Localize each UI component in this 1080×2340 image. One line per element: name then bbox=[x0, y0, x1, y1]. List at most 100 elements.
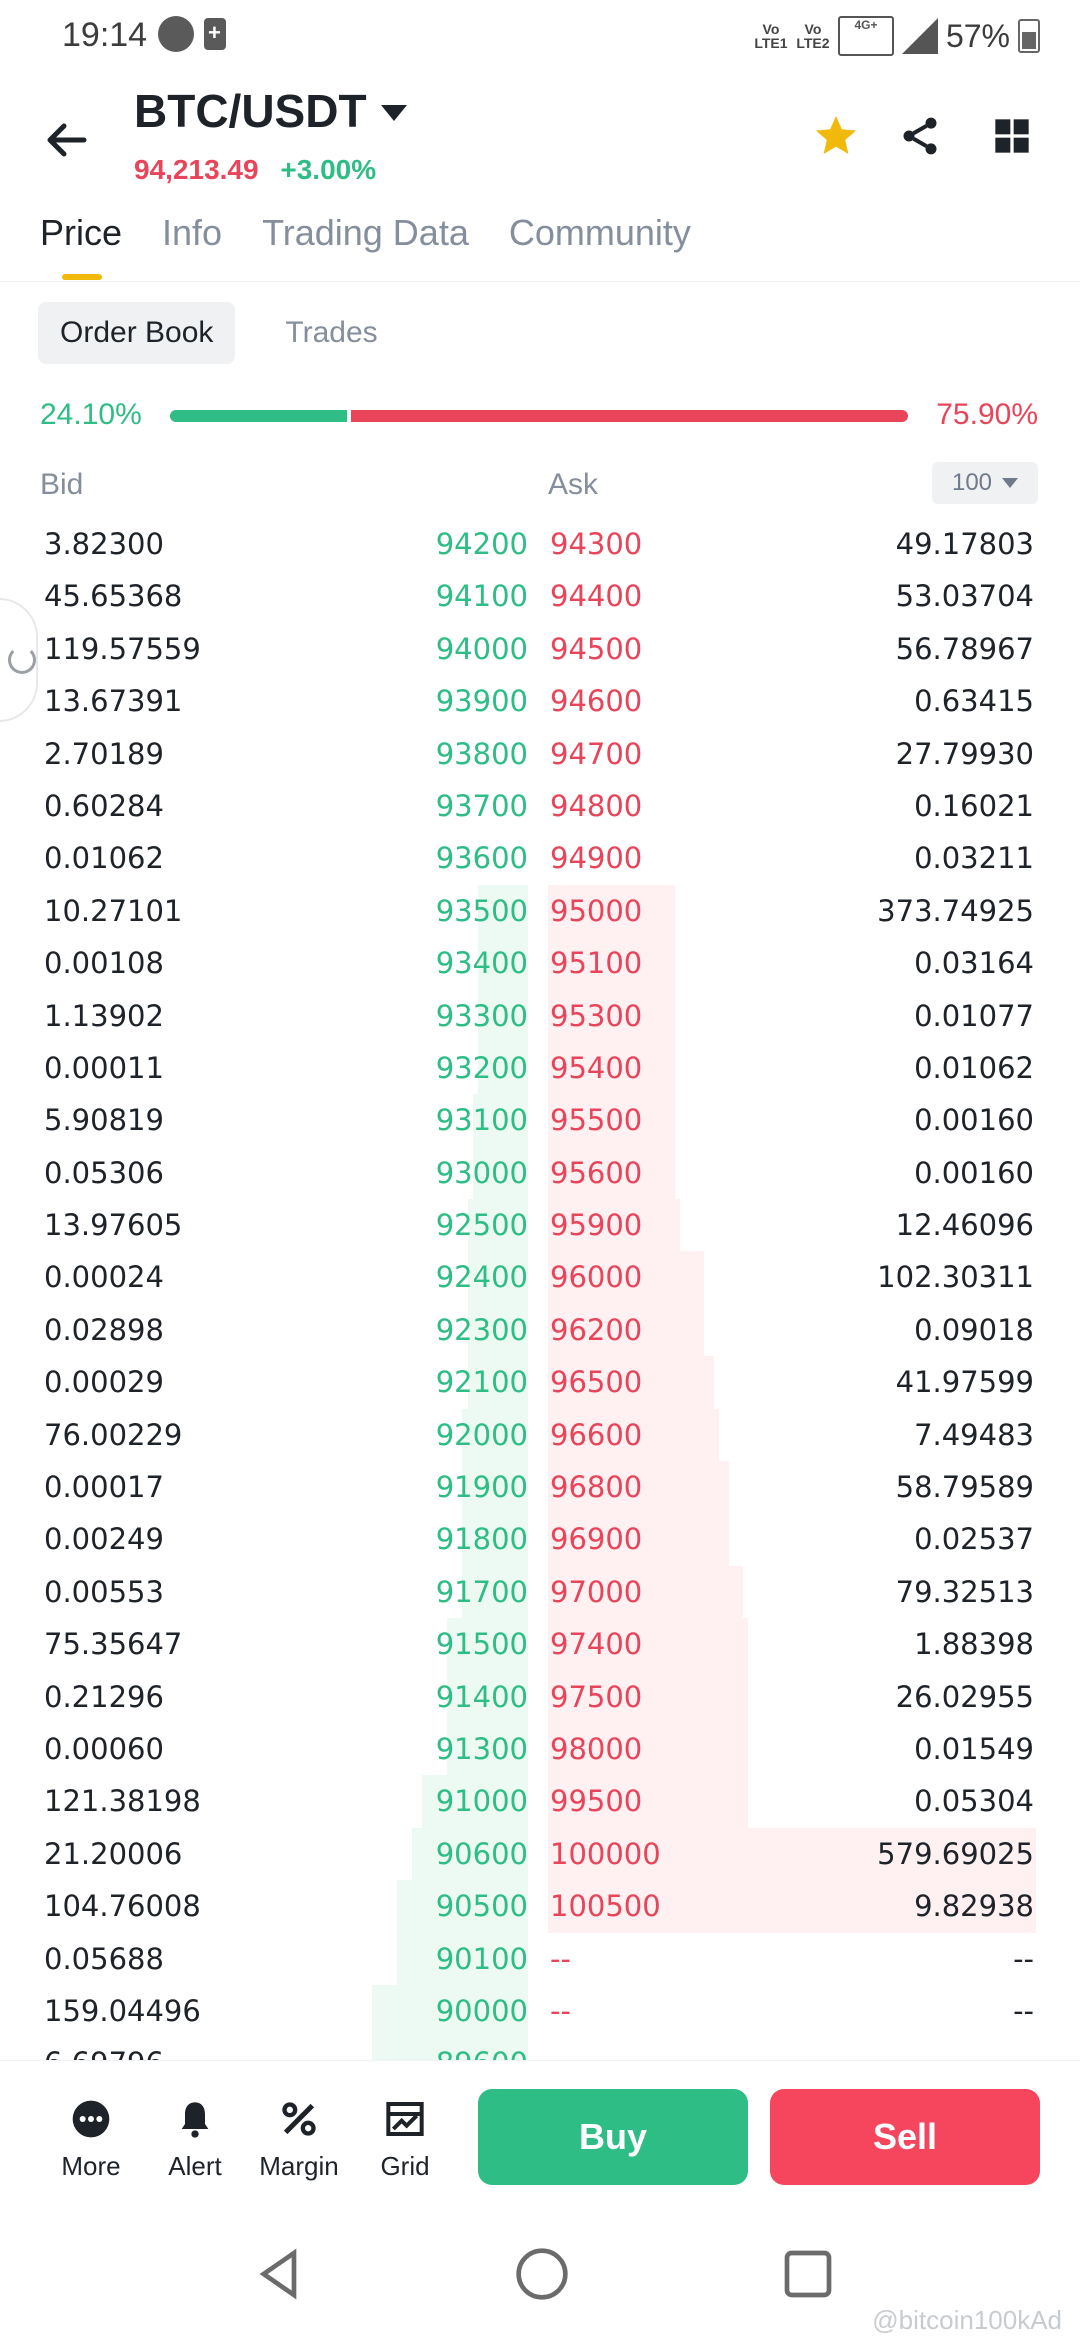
arrow-left-icon bbox=[47, 123, 87, 157]
subtab-order-book[interactable]: Order Book bbox=[38, 302, 236, 364]
ask-quantity: 0.01549 bbox=[914, 1731, 1034, 1766]
order-book-row[interactable]: 0.01062 93600 94900 0.03211 bbox=[0, 832, 1080, 884]
nav-recents-button[interactable] bbox=[778, 2244, 838, 2304]
tab-community[interactable]: Community bbox=[509, 200, 691, 282]
bid-price: 93000 bbox=[435, 1155, 528, 1190]
bid-price: 93700 bbox=[435, 788, 528, 823]
ask-price: 98000 bbox=[550, 1731, 643, 1766]
buy-button[interactable]: Buy bbox=[478, 2089, 748, 2185]
bid-quantity: 159.04496 bbox=[44, 1993, 201, 2028]
order-book-row[interactable]: 159.04496 90000 -- -- bbox=[0, 1984, 1080, 2038]
bid-price: 92300 bbox=[435, 1312, 528, 1347]
order-book-row[interactable]: 0.21296 91400 97500 26.02955 bbox=[0, 1670, 1080, 1723]
sell-button[interactable]: Sell bbox=[770, 2089, 1040, 2185]
order-book[interactable]: 3.82300 94200 94300 49.17803 45.65368 94100 94… bbox=[0, 518, 1080, 2060]
ask-quantity: 53.03704 bbox=[895, 579, 1034, 614]
ask-price: 96600 bbox=[550, 1417, 643, 1452]
depth-precision-select[interactable]: 100 bbox=[932, 462, 1038, 504]
bid-quantity: 119.57559 bbox=[44, 631, 201, 666]
margin-button[interactable]: Margin bbox=[254, 2097, 344, 2182]
bid-quantity: 13.67391 bbox=[44, 684, 183, 719]
bid-price: 91800 bbox=[435, 1522, 528, 1557]
order-book-row[interactable]: 76.00229 92000 96600 7.49483 bbox=[0, 1408, 1080, 1462]
order-book-row[interactable]: 104.76008 90500 100500 9.82938 bbox=[0, 1880, 1080, 1933]
bid-quantity: 0.00011 bbox=[44, 1050, 164, 1085]
order-book-row[interactable]: 0.00249 91800 96900 0.02537 bbox=[0, 1513, 1080, 1566]
tab-trading-data[interactable]: Trading Data bbox=[262, 200, 469, 282]
watermark: @bitcoin100kAd bbox=[872, 2305, 1062, 2335]
order-book-row[interactable]: 0.05688 90100 -- -- bbox=[0, 1932, 1080, 1985]
order-book-row[interactable]: 0.00060 91300 98000 0.01549 bbox=[0, 1722, 1080, 1776]
order-book-row[interactable]: 0.00024 92400 96000 102.30311 bbox=[0, 1251, 1080, 1304]
bid-quantity: 0.05688 bbox=[44, 1941, 164, 1976]
order-book-row[interactable]: 0.00553 91700 97000 79.32513 bbox=[0, 1565, 1080, 1619]
tab-price[interactable]: Price bbox=[40, 200, 122, 282]
bid-price: 93800 bbox=[435, 736, 528, 771]
order-book-row[interactable]: 13.97605 92500 95900 12.46096 bbox=[0, 1199, 1080, 1252]
bid-price: 93600 bbox=[435, 841, 528, 876]
order-book-row[interactable]: 0.05306 93000 95600 0.00160 bbox=[0, 1146, 1080, 1200]
back-button[interactable] bbox=[36, 110, 96, 170]
ask-quantity: 0.01077 bbox=[914, 998, 1034, 1033]
ask-price: 94700 bbox=[550, 736, 643, 771]
ask-price: 99500 bbox=[550, 1784, 643, 1819]
bid-quantity: 2.70189 bbox=[44, 736, 164, 771]
order-book-row[interactable]: 5.90819 93100 95500 0.00160 bbox=[0, 1094, 1080, 1147]
ask-price: 95900 bbox=[550, 1208, 643, 1243]
order-book-row[interactable]: 75.35647 91500 97400 1.88398 bbox=[0, 1618, 1080, 1671]
ask-quantity: 0.00160 bbox=[914, 1155, 1034, 1190]
bid-quantity: 121.38198 bbox=[44, 1784, 201, 1819]
alert-button[interactable]: Alert bbox=[150, 2097, 240, 2182]
order-book-row[interactable]: 1.13902 93300 95300 0.01077 bbox=[0, 989, 1080, 1042]
alert-label: Alert bbox=[168, 2151, 222, 2181]
pair-selector[interactable]: BTC/USDT bbox=[134, 84, 407, 138]
bid-price: 92400 bbox=[435, 1260, 528, 1295]
more-icon bbox=[69, 2097, 113, 2141]
tab-info[interactable]: Info bbox=[162, 200, 222, 282]
bid-quantity: 0.00108 bbox=[44, 946, 164, 981]
ask-price: 95600 bbox=[550, 1155, 643, 1190]
nav-home-button[interactable] bbox=[512, 2244, 572, 2304]
layout-button[interactable] bbox=[982, 106, 1042, 166]
percent-icon bbox=[277, 2097, 321, 2141]
order-book-row[interactable]: 2.70189 93800 94700 27.79930 bbox=[0, 728, 1080, 780]
ask-ratio-label: 75.90% bbox=[936, 398, 1038, 431]
order-book-row[interactable]: 0.00017 91900 96800 58.79589 bbox=[0, 1461, 1080, 1514]
favorite-button[interactable] bbox=[806, 106, 866, 166]
order-book-row[interactable]: 6.69796 89600 -- -- bbox=[0, 2037, 1080, 2060]
bid-quantity: 0.00249 bbox=[44, 1522, 164, 1557]
order-book-row[interactable]: 0.00108 93400 95100 0.03164 bbox=[0, 937, 1080, 990]
order-book-row[interactable]: 0.60284 93700 94800 0.16021 bbox=[0, 780, 1080, 832]
ask-price: 94300 bbox=[550, 527, 643, 561]
order-book-row[interactable]: 0.00011 93200 95400 0.01062 bbox=[0, 1041, 1080, 1095]
order-book-row[interactable]: 119.57559 94000 94500 56.78967 bbox=[0, 623, 1080, 675]
order-book-row[interactable]: 13.67391 93900 94600 0.63415 bbox=[0, 675, 1080, 727]
more-button[interactable]: More bbox=[46, 2097, 136, 2182]
bid-price: 93900 bbox=[435, 684, 528, 719]
order-book-row[interactable]: 121.38198 91000 99500 0.05304 bbox=[0, 1775, 1080, 1828]
order-book-row[interactable]: 45.65368 94100 94400 53.03704 bbox=[0, 570, 1080, 622]
order-book-row[interactable]: 10.27101 93500 95000 373.74925 bbox=[0, 884, 1080, 938]
ask-price: 100000 bbox=[550, 1836, 661, 1871]
order-book-row[interactable]: 21.20006 90600 100000 579.69025 bbox=[0, 1827, 1080, 1881]
ask-quantity: 26.02955 bbox=[895, 1679, 1034, 1714]
bid-price: 91400 bbox=[435, 1679, 528, 1714]
bid-price: 91900 bbox=[435, 1470, 528, 1505]
volte1-icon: Vo LTE1 bbox=[754, 21, 788, 51]
bid-quantity: 45.65368 bbox=[44, 579, 183, 614]
ask-price: 96900 bbox=[550, 1522, 643, 1557]
ask-quantity: 7.49483 bbox=[914, 1417, 1034, 1452]
bid-quantity: 13.97605 bbox=[44, 1208, 183, 1243]
subtab-trades[interactable]: Trades bbox=[263, 302, 399, 364]
order-book-row[interactable]: 0.00029 92100 96500 41.97599 bbox=[0, 1356, 1080, 1409]
ask-quantity: 0.02537 bbox=[914, 1522, 1034, 1557]
order-book-row[interactable]: 3.82300 94200 94300 49.17803 bbox=[0, 518, 1080, 570]
ask-price: -- bbox=[550, 1941, 571, 1976]
bid-price: 94000 bbox=[435, 631, 528, 666]
ask-quantity: -- bbox=[1013, 2046, 1034, 2060]
grid-button[interactable]: Grid bbox=[360, 2097, 450, 2182]
nav-back-button[interactable] bbox=[250, 2244, 310, 2304]
volte2-icon: Vo LTE2 bbox=[796, 21, 830, 51]
share-button[interactable] bbox=[890, 106, 950, 166]
order-book-row[interactable]: 0.02898 92300 96200 0.09018 bbox=[0, 1303, 1080, 1357]
